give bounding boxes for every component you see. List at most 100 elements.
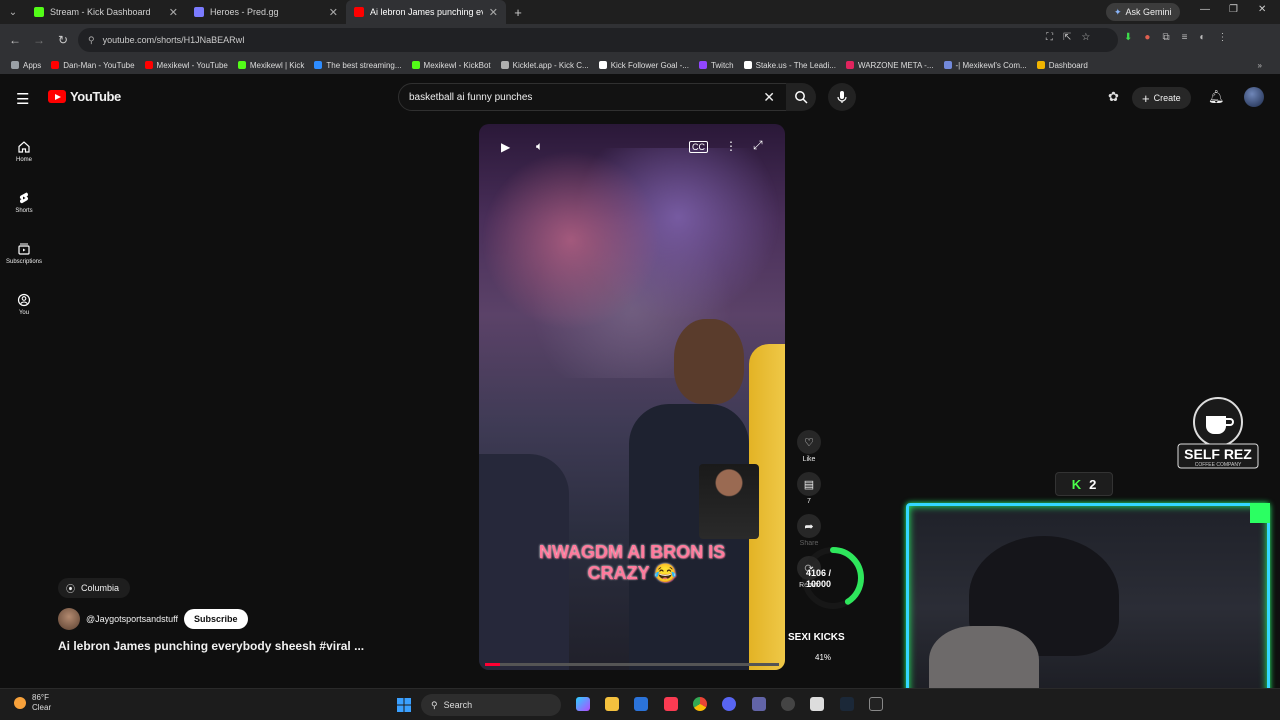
bookmark-item[interactable]: Apps [6, 61, 46, 70]
close-tab-icon[interactable]: ✕ [169, 6, 178, 19]
fullscreen-icon[interactable]: ⤢ [753, 138, 763, 153]
weather-widget[interactable]: 86°F Clear [14, 693, 51, 713]
tab-list-chevron-icon[interactable]: ⌄ [0, 7, 26, 18]
open-in-app-icon[interactable]: ⇱ [1063, 32, 1071, 43]
copilot-icon[interactable] [576, 697, 590, 711]
bookmark-item[interactable]: Mexikewl | Kick [233, 61, 310, 70]
more-bookmarks-icon[interactable]: » [1258, 61, 1262, 70]
comment-icon: ▤ [797, 472, 821, 496]
sidebar-item-you[interactable]: You [0, 279, 48, 330]
menu-kebab-icon[interactable]: ⋮ [1217, 32, 1227, 43]
download-icon[interactable]: ⬇ [1124, 32, 1132, 43]
goal-target: 10000 [806, 579, 832, 589]
extensions-puzzle-icon[interactable]: ⧉ [1162, 32, 1169, 43]
bookmark-item[interactable]: Kick Follower Goal -... [594, 61, 694, 70]
video-progress-bar[interactable] [485, 663, 779, 666]
minimize-icon[interactable]: — [1200, 4, 1210, 15]
bookmark-item[interactable]: Twitch [694, 61, 739, 70]
reload-icon[interactable]: ↻ [51, 33, 75, 47]
bookmark-item[interactable]: Dashboard [1032, 61, 1093, 70]
follower-goal-text: 4106 / 10000 [806, 568, 831, 590]
new-tab-button[interactable]: + [506, 5, 530, 20]
store-icon[interactable] [634, 697, 648, 711]
share-icon: ➦ [797, 514, 821, 538]
app-icon[interactable] [869, 697, 883, 711]
hamburger-menu-icon[interactable]: ☰ [16, 90, 29, 108]
bookmark-star-icon[interactable]: ☆ [1081, 32, 1090, 43]
extension-badge-icon[interactable]: ✿ [1108, 89, 1119, 105]
voice-search-button[interactable] [828, 83, 856, 111]
teams-icon[interactable] [752, 697, 766, 711]
notifications-bell-icon[interactable]: 🔔︎ [1208, 89, 1225, 105]
address-bar-icons: ⛶ ⇱ ☆ [1046, 32, 1090, 43]
back-icon[interactable]: ← [3, 33, 27, 47]
bookmark-item[interactable]: Kicklet.app - Kick C... [496, 61, 594, 70]
channel-avatar[interactable] [58, 608, 80, 630]
restore-icon[interactable]: ❐ [1229, 4, 1238, 15]
close-tab-icon[interactable]: ✕ [329, 6, 338, 19]
profile-icon[interactable]: ◐ [1199, 32, 1205, 43]
sidebar-item-home[interactable]: Home [0, 126, 48, 177]
translate-icon[interactable]: ⛶ [1046, 32, 1053, 43]
windows-start-icon[interactable] [397, 698, 411, 712]
brand-text: SELF REZ [1184, 446, 1252, 462]
location-chip[interactable]: ⦿ Columbia [58, 578, 130, 598]
bookmark-item[interactable]: Stake.us - The Leadi... [739, 61, 841, 70]
music-app-icon[interactable] [664, 697, 678, 711]
media-controls-icon[interactable]: ≡ [1182, 32, 1188, 43]
bookmarks-bar: Apps Dan-Man - YouTube Mexikewl - YouTube M… [0, 56, 1280, 74]
close-window-icon[interactable]: ✕ [1258, 4, 1266, 15]
obs-icon[interactable] [810, 697, 824, 711]
bookmark-item[interactable]: Mexikewl - KickBot [407, 61, 496, 70]
bookmark-item[interactable]: WARZONE META -... [841, 61, 939, 70]
bookmark-favicon-icon [743, 61, 752, 69]
subscribe-button[interactable]: Subscribe [184, 609, 248, 629]
bookmark-item[interactable]: -| Mexikewl's Com... [939, 61, 1032, 70]
chrome-icon[interactable] [693, 697, 707, 711]
kick-viewer-count: 2 [1089, 476, 1097, 492]
youtube-logo[interactable]: YouTube [48, 89, 121, 104]
like-button[interactable]: ♡ Like [797, 430, 821, 463]
steam-icon[interactable] [840, 697, 854, 711]
bookmark-item[interactable]: Mexikewl - YouTube [140, 61, 233, 70]
bookmark-label: Stake.us - The Leadi... [755, 60, 836, 70]
subscriptions-icon [18, 243, 30, 255]
sexi-kicks-label: SEXI KICKS [788, 632, 845, 643]
bookmark-favicon-icon [698, 61, 707, 69]
browser-tab-pred[interactable]: Heroes - Pred.gg ✕ [186, 0, 346, 24]
browser-tab-kick[interactable]: Stream - Kick Dashboard ✕ [26, 0, 186, 24]
forward-icon[interactable]: → [27, 33, 51, 47]
channel-name[interactable]: @Jaygotsportsandstuff [86, 614, 178, 624]
shorts-icon [19, 192, 29, 204]
search-input[interactable]: basketball ai funny punches ✕ [398, 83, 788, 111]
volume-icon[interactable]: 🔈︎ [536, 139, 543, 154]
comments-button[interactable]: ▤ 7 [797, 472, 821, 505]
closed-captions-icon[interactable]: CC [689, 141, 708, 153]
url-field[interactable]: ⚲ youtube.com/shorts/H1JNaBEARwI [78, 28, 1118, 52]
short-title[interactable]: Ai lebron James punching everybody shees… [58, 639, 364, 653]
play-icon[interactable]: ▶ [501, 140, 510, 154]
weather-condition: Clear [32, 703, 52, 712]
account-avatar[interactable] [1244, 87, 1264, 107]
sidebar-item-subscriptions[interactable]: Subscriptions [0, 228, 48, 279]
search-button[interactable] [786, 83, 816, 111]
video-progress-fill [485, 663, 500, 666]
bookmark-item[interactable]: Dan-Man - YouTube [46, 61, 139, 70]
browser-tab-youtube[interactable]: Ai lebron James punching ever ✕ [346, 0, 506, 24]
create-button[interactable]: + Create [1132, 87, 1191, 109]
file-explorer-icon[interactable] [605, 697, 619, 711]
more-options-icon[interactable]: ⋮ [725, 139, 737, 153]
bookmark-item[interactable]: The best streaming... [309, 61, 406, 70]
taskbar-search[interactable]: ⚲ Search [421, 694, 561, 716]
bookmark-label: Kick Follower Goal -... [610, 60, 689, 70]
shorts-video-player[interactable]: ▶ 🔈︎ CC ⋮ ⤢ NWAGDM AI BRON IS CRAZY 😂 [479, 124, 785, 670]
ask-gemini-button[interactable]: ✦ Ask Gemini [1106, 3, 1180, 21]
discord-icon[interactable] [722, 697, 736, 711]
sidebar-item-shorts[interactable]: Shorts [0, 177, 48, 228]
extension-red-icon[interactable]: ● [1144, 32, 1150, 43]
sidebar-item-label: Home [15, 157, 32, 163]
close-tab-icon[interactable]: ✕ [489, 6, 498, 19]
clear-search-icon[interactable]: ✕ [763, 89, 775, 106]
site-info-icon[interactable]: ⚲ [88, 35, 95, 46]
settings-gear-icon[interactable] [781, 697, 795, 711]
